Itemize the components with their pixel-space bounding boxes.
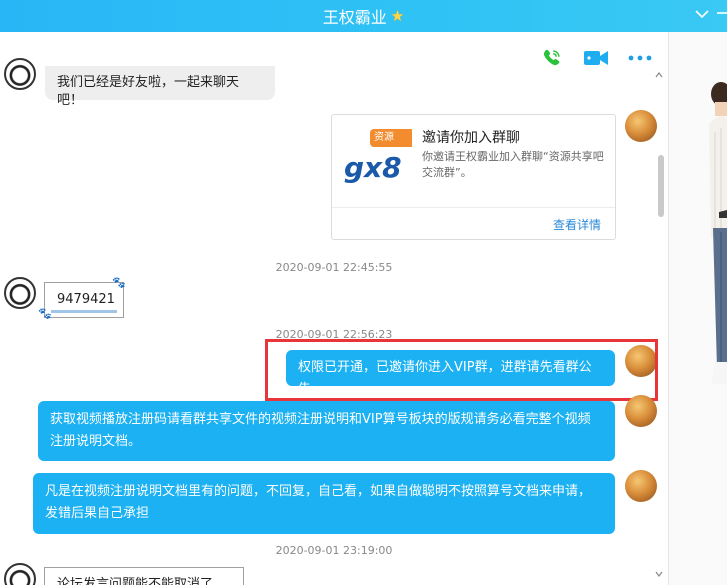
timestamp: 2020-09-01 22:45:55 <box>275 261 393 274</box>
group-invite-card[interactable]: 资源 gx8 邀请你加入群聊 你邀请王权霸业加入群聊“资源共享吧交流群”。 查看… <box>331 114 616 240</box>
invite-description: 你邀请王权霸业加入群聊“资源共享吧交流群”。 <box>422 150 604 179</box>
partial-message-text: 论坛发言问题能不能取消了 <box>57 577 214 585</box>
invite-divider <box>332 207 615 208</box>
scroll-down-icon[interactable] <box>655 570 663 580</box>
avatar-me[interactable] <box>625 470 657 502</box>
friend-notice-bubble: 我们已经是好友啦，一起来聊天吧！ <box>45 66 275 108</box>
minimize-icon[interactable] <box>717 4 727 23</box>
avatar-friend[interactable] <box>4 58 36 90</box>
avatar-friend[interactable] <box>4 277 36 309</box>
register-message-text: 获取视频播放注册码请看群共享文件的视频注册说明和VIP算号板块的版规请务必看完整… <box>50 412 591 449</box>
side-show-panel <box>669 32 727 585</box>
avatar-me[interactable] <box>625 110 657 142</box>
avatar-me[interactable] <box>625 395 657 427</box>
invite-title: 邀请你加入群聊 <box>422 130 520 146</box>
scroll-thumb[interactable] <box>658 155 664 217</box>
scroll-up-icon[interactable] <box>655 71 663 81</box>
star-icon: ★ <box>390 7 405 25</box>
highlight-box <box>265 339 658 401</box>
register-message-bubble: 获取视频播放注册码请看群共享文件的视频注册说明和VIP算号板块的版规请务必看完整… <box>38 401 615 461</box>
invite-thumb-tag: 资源 <box>370 129 412 147</box>
sticker-text: 9479421 <box>57 292 115 307</box>
sticker-underline <box>51 310 117 313</box>
chevron-down-icon[interactable] <box>695 4 709 23</box>
chat-toolbar <box>530 40 665 74</box>
view-details-link[interactable]: 查看详情 <box>553 216 601 233</box>
chat-title: 王权霸业 <box>322 8 387 27</box>
scrollbar[interactable] <box>656 74 664 579</box>
rules-message-text: 凡是在视频注册说明文档里有的问题，不回复，自己看，如果自做聪明不按照算号文档来申… <box>45 484 592 521</box>
cat-sticker-icon: 🐾 <box>38 307 52 320</box>
more-icon[interactable] <box>626 44 654 72</box>
cat-sticker-icon: 🐾 <box>112 276 126 289</box>
title-wrap: 王权霸业 ★ <box>0 0 727 32</box>
invite-thumbnail: 资源 gx8 <box>342 127 412 207</box>
video-icon[interactable] <box>582 44 610 72</box>
character-illustration <box>709 82 727 384</box>
rules-message-bubble: 凡是在视频注册说明文档里有的问题，不回复，自己看，如果自做聪明不按照算号文档来申… <box>33 473 615 534</box>
invite-thumb-logo: gx8 <box>344 151 402 184</box>
partial-message-bubble: 论坛发言问题能不能取消了 <box>44 567 244 585</box>
phone-icon[interactable] <box>538 44 566 72</box>
timestamp: 2020-09-01 23:19:00 <box>275 544 393 557</box>
